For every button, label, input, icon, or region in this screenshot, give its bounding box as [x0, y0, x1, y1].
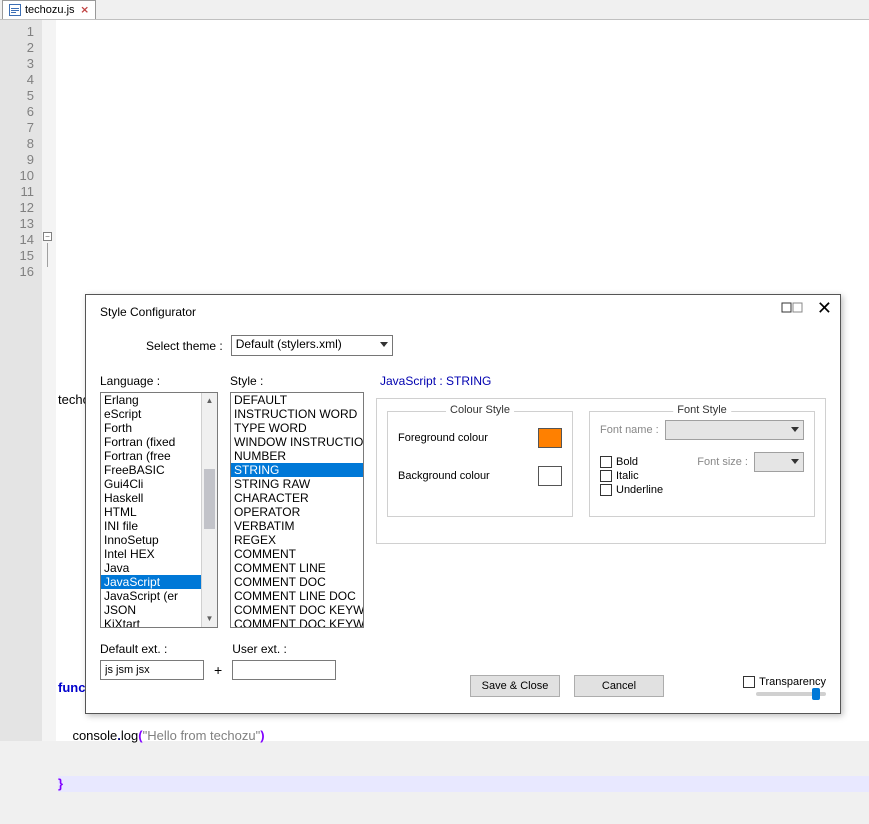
cancel-button[interactable]: Cancel: [574, 675, 664, 697]
language-listbox[interactable]: ErlangeScriptForthFortran (fixedFortran …: [100, 392, 218, 628]
underline-label: Underline: [616, 484, 663, 496]
tab-filename: techozu.js: [25, 4, 75, 16]
list-item[interactable]: WINDOW INSTRUCTIO: [231, 435, 363, 449]
list-item[interactable]: COMMENT DOC: [231, 575, 363, 589]
style-label: Style :: [230, 374, 364, 388]
list-item[interactable]: COMMENT DOC KEYWO: [231, 603, 363, 617]
fold-column[interactable]: −: [42, 20, 56, 741]
list-item[interactable]: JSON: [101, 603, 201, 617]
list-item[interactable]: TYPE WORD: [231, 421, 363, 435]
transparency-label: Transparency: [759, 676, 826, 688]
list-item[interactable]: JavaScript: [101, 575, 201, 589]
default-ext-label: Default ext. :: [100, 642, 204, 656]
list-item[interactable]: REGEX: [231, 533, 363, 547]
theme-value: Default (stylers.xml): [236, 337, 342, 351]
foreground-colour-swatch[interactable]: [538, 428, 562, 448]
style-configurator-dialog: Style Configurator ✕ Select theme : Defa…: [85, 294, 841, 714]
list-item[interactable]: INSTRUCTION WORD: [231, 407, 363, 421]
style-heading: JavaScript : STRING: [380, 374, 826, 388]
theme-select[interactable]: Default (stylers.xml): [231, 335, 393, 356]
list-item[interactable]: OPERATOR: [231, 505, 363, 519]
style-listbox[interactable]: DEFAULTINSTRUCTION WORDTYPE WORDWINDOW I…: [230, 392, 364, 628]
bold-label: Bold: [616, 456, 638, 468]
user-ext-label: User ext. :: [232, 642, 336, 656]
list-item[interactable]: STRING: [231, 463, 363, 477]
scroll-up-icon[interactable]: ▲: [202, 393, 217, 409]
list-item[interactable]: INI file: [101, 519, 201, 533]
fg-colour-label: Foreground colour: [398, 432, 530, 444]
list-item[interactable]: Fortran (fixed: [101, 435, 201, 449]
scroll-thumb[interactable]: [204, 469, 215, 529]
chevron-down-icon: [791, 427, 799, 432]
list-item[interactable]: eScript: [101, 407, 201, 421]
font-group-title: Font Style: [673, 404, 731, 416]
chevron-down-icon: [791, 459, 799, 464]
list-item[interactable]: InnoSetup: [101, 533, 201, 547]
transparency-checkbox[interactable]: [743, 676, 755, 688]
list-item[interactable]: COMMENT LINE DOC: [231, 589, 363, 603]
list-item[interactable]: COMMENT LINE: [231, 561, 363, 575]
background-colour-swatch[interactable]: [538, 466, 562, 486]
list-item[interactable]: COMMENT DOC KEYWO: [231, 617, 363, 628]
list-item[interactable]: KiXtart: [101, 617, 201, 628]
slider-thumb[interactable]: [812, 688, 820, 700]
list-item[interactable]: Java: [101, 561, 201, 575]
list-item[interactable]: JavaScript (er: [101, 589, 201, 603]
font-size-select[interactable]: [754, 452, 804, 472]
close-icon[interactable]: ✕: [817, 301, 832, 315]
list-item[interactable]: Forth: [101, 421, 201, 435]
bg-colour-label: Background colour: [398, 470, 530, 482]
save-close-button[interactable]: Save & Close: [470, 675, 560, 697]
italic-label: Italic: [616, 470, 639, 482]
dialog-title: Style Configurator: [100, 305, 826, 319]
colour-group-title: Colour Style: [446, 404, 514, 416]
scrollbar[interactable]: ▲ ▼: [201, 393, 217, 627]
list-item[interactable]: NUMBER: [231, 449, 363, 463]
list-item[interactable]: HTML: [101, 505, 201, 519]
fold-guide: [47, 243, 48, 267]
italic-checkbox[interactable]: [600, 470, 612, 482]
font-name-label: Font name :: [600, 424, 659, 436]
tab-close-icon[interactable]: ⨯: [81, 5, 89, 16]
list-item[interactable]: Gui4Cli: [101, 477, 201, 491]
scroll-down-icon[interactable]: ▼: [202, 611, 217, 627]
font-name-select[interactable]: [665, 420, 804, 440]
list-item[interactable]: STRING RAW: [231, 477, 363, 491]
list-item[interactable]: FreeBASIC: [101, 463, 201, 477]
list-item[interactable]: Intel HEX: [101, 547, 201, 561]
bold-checkbox[interactable]: [600, 456, 612, 468]
fold-toggle[interactable]: −: [43, 232, 52, 241]
list-item[interactable]: DEFAULT: [231, 393, 363, 407]
maximize-icon[interactable]: [781, 301, 803, 315]
underline-checkbox[interactable]: [600, 484, 612, 496]
list-item[interactable]: Haskell: [101, 491, 201, 505]
list-item[interactable]: COMMENT: [231, 547, 363, 561]
file-tab[interactable]: techozu.js ⨯: [2, 0, 96, 19]
list-item[interactable]: Erlang: [101, 393, 201, 407]
js-file-icon: [9, 4, 21, 16]
list-item[interactable]: CHARACTER: [231, 491, 363, 505]
list-item[interactable]: VERBATIM: [231, 519, 363, 533]
theme-label: Select theme :: [146, 339, 223, 353]
chevron-down-icon: [380, 342, 388, 347]
list-item[interactable]: Fortran (free: [101, 449, 201, 463]
font-size-label: Font size :: [697, 456, 748, 468]
transparency-slider[interactable]: [756, 692, 826, 696]
line-number-gutter: 12345678910111213141516: [0, 20, 42, 741]
language-label: Language :: [100, 374, 218, 388]
